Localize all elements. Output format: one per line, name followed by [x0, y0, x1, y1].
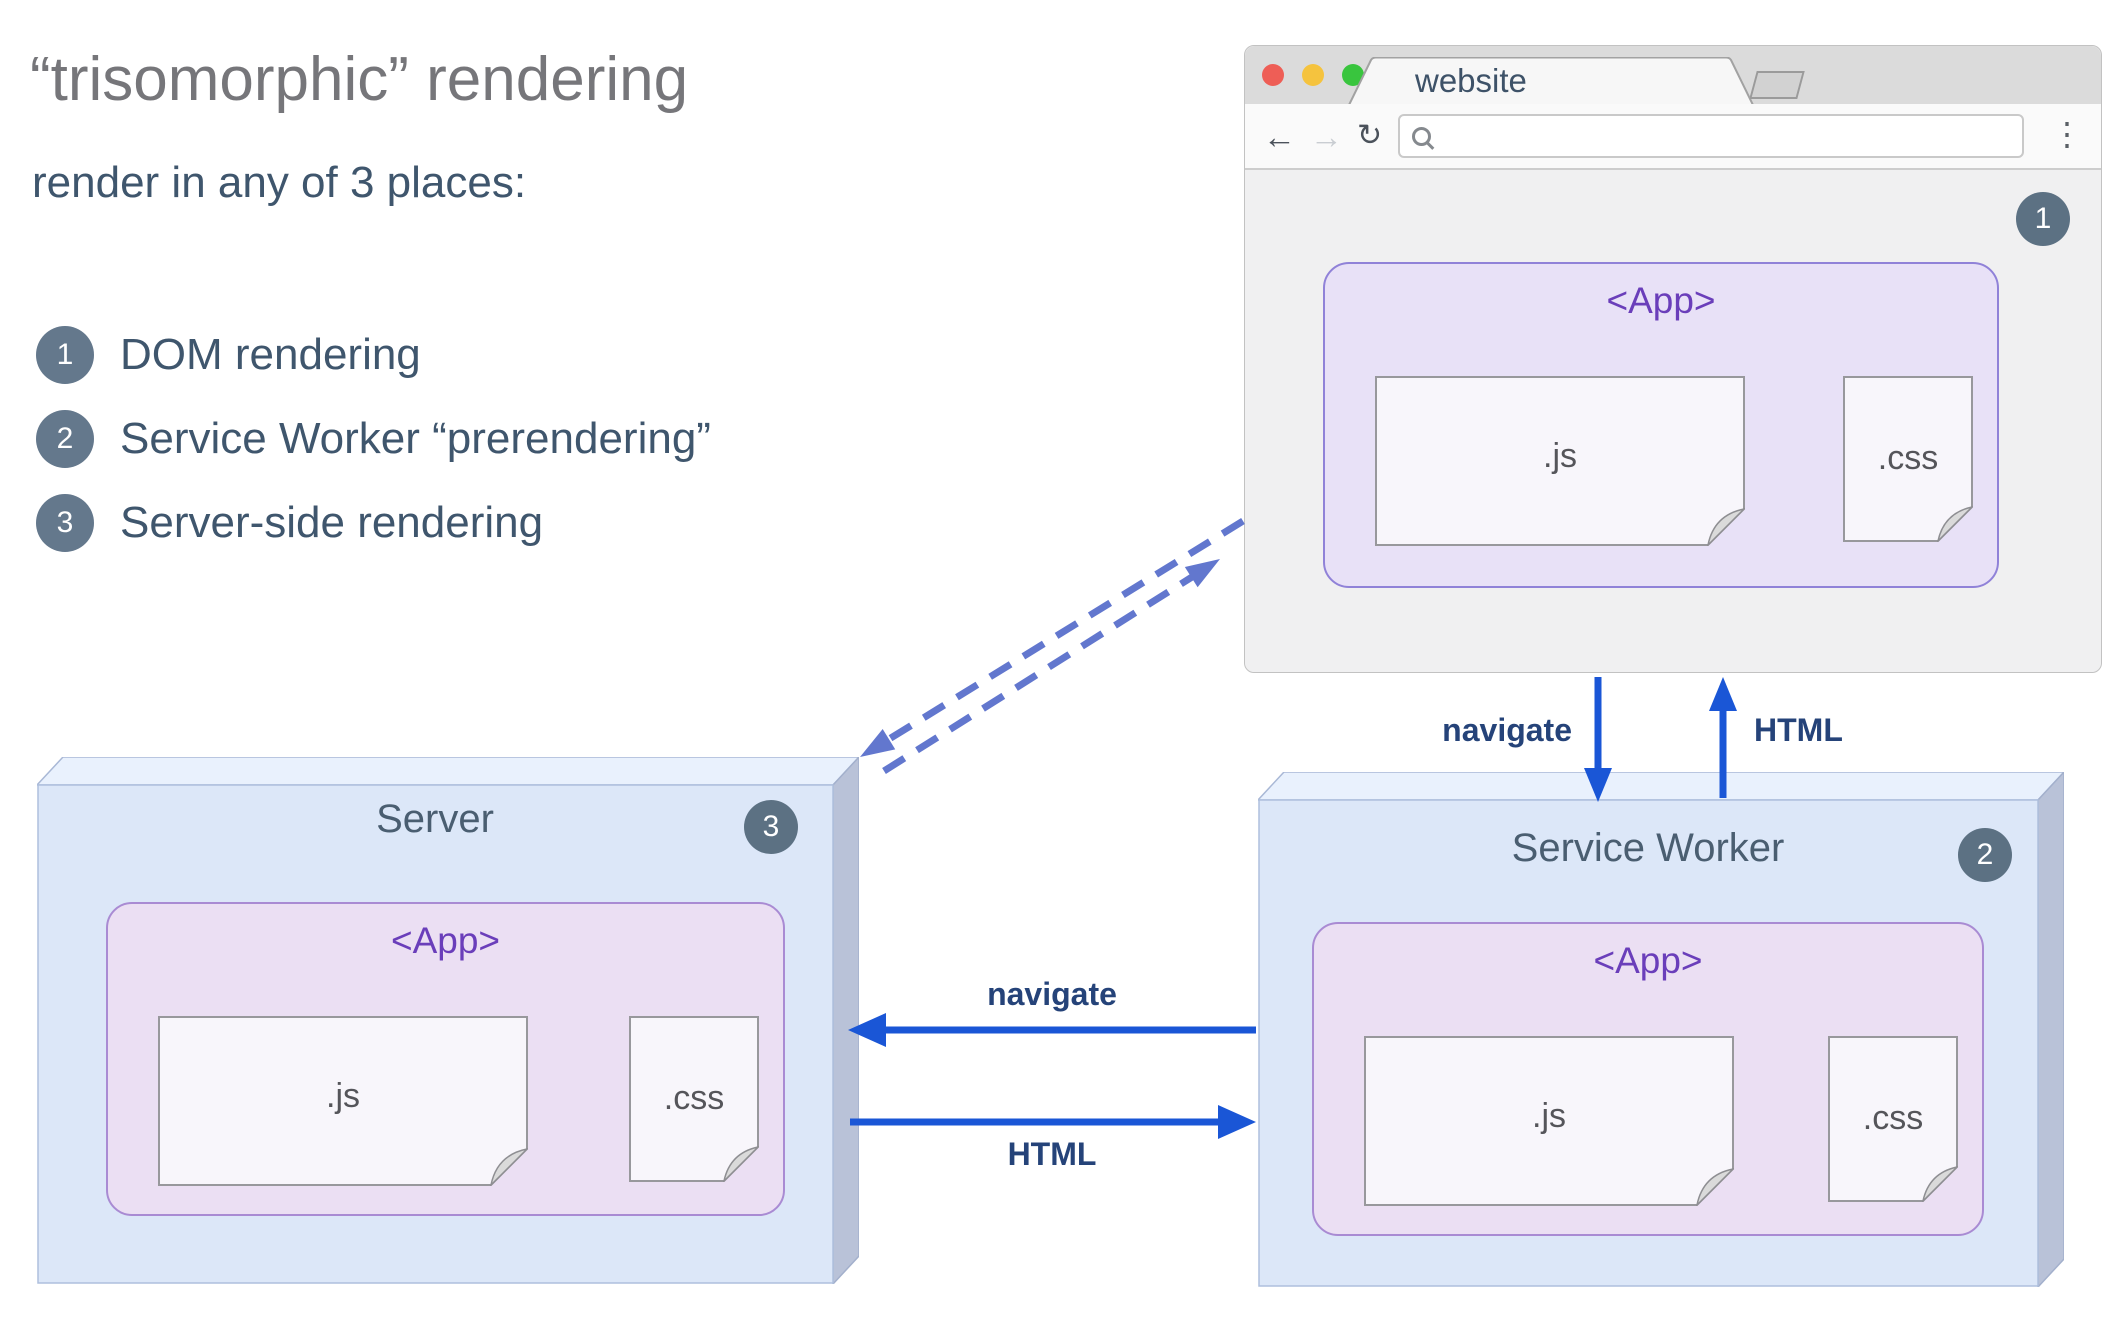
js-file-icon: .js	[1375, 376, 1745, 546]
html-arrow-server-to-sw	[850, 1105, 1256, 1139]
browser-toolbar: ← → ↻ ⋮	[1245, 104, 2101, 170]
legend-item-3: 3 Server-side rendering	[36, 494, 711, 552]
tab-title: website	[1415, 62, 1527, 99]
css-file-icon: .css	[1828, 1036, 1958, 1202]
address-bar[interactable]	[1398, 114, 2025, 158]
legend-label-2: Service Worker “prerendering”	[120, 414, 711, 463]
legend-item-2: 2 Service Worker “prerendering”	[36, 410, 711, 468]
sw-box-top-face	[1258, 772, 2064, 801]
back-icon[interactable]: ←	[1263, 120, 1296, 153]
minimize-window-icon[interactable]	[1302, 64, 1324, 86]
legend-badge-1: 1	[36, 326, 94, 384]
search-icon	[1412, 126, 1432, 146]
server-box: Server 3 <App> .js .css	[37, 757, 859, 1284]
step-badge-1: 1	[2016, 192, 2070, 246]
page-title: “trisomorphic” rendering	[30, 45, 689, 114]
legend: 1 DOM rendering 2 Service Worker “preren…	[36, 326, 711, 578]
legend-label-3: Server-side rendering	[120, 498, 544, 547]
legend-item-1: 1 DOM rendering	[36, 326, 711, 384]
close-window-icon[interactable]	[1262, 64, 1284, 86]
app-tag-label: <App>	[1606, 280, 1716, 321]
browser-content: 1 <App> .js .css	[1245, 170, 2101, 672]
browser-tab[interactable]	[1347, 57, 1757, 105]
new-tab-button[interactable]	[1749, 71, 1805, 99]
server-box-right-face	[832, 757, 859, 1284]
html-label-horizontal: HTML	[1007, 1136, 1097, 1172]
js-file-label: .js	[1543, 437, 1577, 476]
service-worker-title: Service Worker	[1511, 826, 1785, 870]
step-badge-3: 3	[744, 800, 798, 854]
reload-icon[interactable]: ↻	[1357, 121, 1382, 151]
browser-window: website ← → ↻ ⋮ 1 <App> .js .css	[1244, 45, 2102, 673]
browser-titlebar: website	[1245, 46, 2101, 105]
server-title: Server	[376, 797, 494, 841]
diagram-canvas: “trisomorphic” rendering render in any o…	[0, 0, 2108, 1328]
css-file-label: .css	[1862, 1099, 1924, 1138]
css-file-icon: .css	[629, 1016, 759, 1182]
js-file-icon: .js	[1364, 1036, 1734, 1206]
sw-box-right-face	[2037, 772, 2064, 1287]
html-label-vertical: HTML	[1754, 712, 1843, 748]
navigate-label-horizontal: navigate	[987, 976, 1117, 1012]
legend-label-1: DOM rendering	[120, 330, 421, 379]
js-file-label: .js	[1532, 1097, 1566, 1136]
js-file-icon: .js	[158, 1016, 528, 1186]
css-file-label: .css	[1877, 439, 1939, 478]
server-box-top-face	[37, 757, 859, 786]
legend-badge-2: 2	[36, 410, 94, 468]
forward-icon[interactable]: →	[1310, 120, 1343, 153]
page-subtitle: render in any of 3 places:	[32, 158, 527, 207]
menu-kebab-icon[interactable]: ⋮	[2051, 118, 2083, 150]
js-file-label: .js	[326, 1077, 360, 1116]
legend-badge-3: 3	[36, 494, 94, 552]
navigate-arrow-sw-to-server	[848, 1013, 1256, 1047]
step-badge-2: 2	[1958, 828, 2012, 882]
app-tag-label: <App>	[1593, 940, 1703, 981]
dashed-arrow-browser-to-server	[860, 518, 1245, 757]
css-file-icon: .css	[1843, 376, 1973, 542]
app-panel-browser: <App> .js .css	[1323, 262, 1999, 588]
dashed-arrow-server-to-browser	[882, 559, 1220, 774]
service-worker-box: Service Worker 2 <App> .js .css	[1258, 772, 2064, 1287]
app-tag-label: <App>	[390, 920, 501, 961]
navigate-label-vertical: navigate	[1442, 712, 1572, 748]
css-file-label: .css	[663, 1079, 725, 1118]
app-panel-server: <App> .js .css	[106, 902, 785, 1216]
app-panel-service-worker: <App> .js .css	[1312, 922, 1984, 1236]
